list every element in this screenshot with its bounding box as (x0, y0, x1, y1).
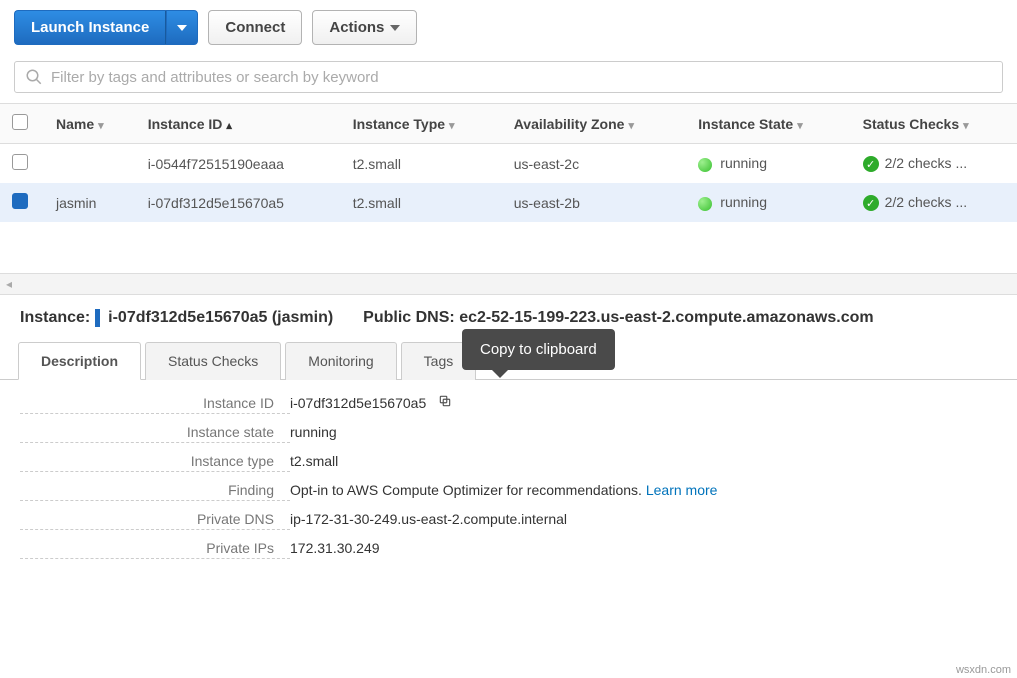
col-instance-type[interactable]: Instance Type▾ (341, 104, 502, 144)
select-all-checkbox[interactable] (12, 114, 28, 130)
row-checkbox[interactable] (12, 193, 28, 209)
check-circle-icon: ✓ (863, 156, 879, 172)
cell-name (44, 144, 136, 184)
label-instance-state: Instance state (20, 424, 290, 443)
label-private-dns: Private DNS (20, 511, 290, 530)
tooltip: Copy to clipboard (462, 329, 615, 370)
value-finding: Opt-in to AWS Compute Optimizer for reco… (290, 482, 646, 498)
cell-status: ✓2/2 checks ... (851, 183, 1017, 222)
launch-instance-dropdown[interactable] (166, 10, 198, 45)
label-private-ips: Private IPs (20, 540, 290, 559)
col-status[interactable]: Status Checks▾ (851, 104, 1017, 144)
cell-instance-type: t2.small (341, 144, 502, 184)
value-private-ips: 172.31.30.249 (290, 540, 997, 556)
search-icon (25, 68, 43, 86)
public-dns-label: Public DNS: (363, 309, 455, 326)
cell-name: jasmin (44, 183, 136, 222)
cell-status: ✓2/2 checks ... (851, 144, 1017, 184)
watermark: wsxdn.com (956, 664, 1011, 676)
table-row[interactable]: jasmin i-07df312d5e15670a5 t2.small us-e… (0, 183, 1017, 222)
caret-down-icon (390, 25, 400, 31)
col-instance-id[interactable]: Instance ID▴ (136, 104, 341, 144)
connect-button[interactable]: Connect (208, 10, 302, 45)
value-instance-state: running (290, 424, 997, 440)
actions-button[interactable]: Actions (312, 10, 417, 45)
cell-az: us-east-2b (502, 183, 687, 222)
col-az[interactable]: Availability Zone▾ (502, 104, 687, 144)
cell-instance-id: i-07df312d5e15670a5 (136, 183, 341, 222)
cell-state: running (686, 183, 850, 222)
caret-down-icon (177, 25, 187, 31)
cell-state: running (686, 144, 850, 184)
tab-description[interactable]: Description (18, 342, 141, 380)
col-name[interactable]: Name▾ (44, 104, 136, 144)
state-dot-icon (698, 158, 712, 172)
cell-instance-id: i-0544f72515190eaaa (136, 144, 341, 184)
label-instance-type: Instance type (20, 453, 290, 472)
copy-icon[interactable] (438, 394, 452, 408)
state-dot-icon (698, 197, 712, 211)
learn-more-link[interactable]: Learn more (646, 482, 718, 498)
instance-value: i-07df312d5e15670a5 (jasmin) (108, 309, 333, 326)
pane-resize-handle[interactable]: ◂ (0, 273, 1017, 295)
value-instance-id: i-07df312d5e15670a5 (290, 395, 426, 411)
check-circle-icon: ✓ (863, 195, 879, 211)
instance-label: Instance: (20, 309, 90, 326)
value-private-dns: ip-172-31-30-249.us-east-2.compute.inter… (290, 511, 997, 527)
instances-table: Name▾ Instance ID▴ Instance Type▾ Availa… (0, 103, 1017, 222)
public-dns-value: ec2-52-15-199-223.us-east-2.compute.amaz… (459, 309, 873, 326)
actions-label: Actions (329, 19, 384, 36)
tab-monitoring[interactable]: Monitoring (285, 342, 396, 380)
cell-instance-type: t2.small (341, 183, 502, 222)
row-checkbox[interactable] (12, 154, 28, 170)
search-bar[interactable] (14, 61, 1003, 93)
value-instance-type: t2.small (290, 453, 997, 469)
table-row[interactable]: i-0544f72515190eaaa t2.small us-east-2c … (0, 144, 1017, 184)
selection-marker-icon (95, 309, 100, 327)
cell-az: us-east-2c (502, 144, 687, 184)
label-finding: Finding (20, 482, 290, 501)
label-instance-id: Instance ID (20, 395, 290, 414)
launch-instance-button[interactable]: Launch Instance (14, 10, 166, 45)
tab-status-checks[interactable]: Status Checks (145, 342, 281, 380)
col-state[interactable]: Instance State▾ (686, 104, 850, 144)
search-input[interactable] (51, 69, 992, 86)
